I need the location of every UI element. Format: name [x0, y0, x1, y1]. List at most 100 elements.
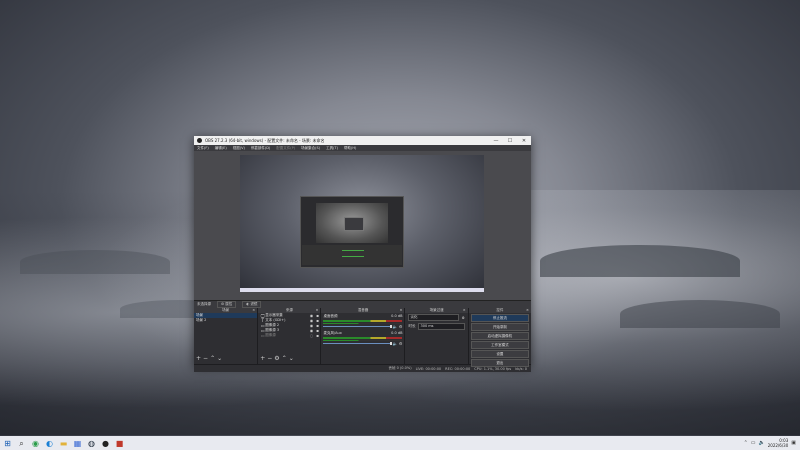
dock-close-icon[interactable]: × [316, 308, 319, 313]
remove-icon[interactable]: − [203, 355, 208, 362]
maximize-button[interactable]: ☐ [503, 138, 517, 144]
source-item[interactable]: ▭ 图像源 ◌ ▪ [258, 333, 320, 338]
store-icon[interactable]: ▦ [73, 439, 82, 448]
menu-edit[interactable]: 编辑(E) [215, 146, 227, 151]
menu-view[interactable]: 视图(V) [233, 146, 245, 151]
volume-meter [323, 320, 403, 322]
nested-meter [342, 250, 364, 251]
minimize-button[interactable]: — [489, 138, 503, 144]
filters-button[interactable]: ◐ 滤镜 [242, 301, 262, 308]
add-icon[interactable]: + [196, 355, 201, 362]
settings-button[interactable]: 设置 [470, 350, 529, 358]
move-down-icon[interactable]: ⌄ [217, 355, 222, 362]
add-icon[interactable]: + [260, 355, 265, 362]
scene-tools: + − ⌃ ⌄ [196, 355, 222, 362]
gear-icon[interactable]: ⚙ [274, 355, 279, 362]
channel-db: 0.0 dB [391, 331, 403, 335]
menu-profile[interactable]: 配置文件(P) [276, 146, 295, 151]
obs-window: OBS 27.2.3 (64-bit, windows) - 配置文件: 未命名… [194, 136, 531, 372]
preview-area [194, 151, 531, 300]
steam-icon[interactable]: ◍ [87, 439, 96, 448]
volume-meter [323, 337, 403, 339]
remove-icon[interactable]: − [267, 355, 272, 362]
channel-name: 桌面音频 [323, 314, 338, 318]
mountain [20, 250, 170, 274]
nested-meter [342, 256, 364, 257]
dock-close-icon[interactable]: × [400, 308, 403, 313]
move-down-icon[interactable]: ⌄ [289, 355, 294, 362]
duration-label: 时长 [408, 324, 416, 328]
system-tray: ⌃ ▭ 🔈 0:03 2022/6/30 ▣ [744, 436, 796, 450]
transitions-dock: 场景过渡 × 淡化 ⚙ 时长 300 ms [405, 308, 469, 364]
nested-obs-window [300, 196, 404, 268]
dock-close-icon[interactable]: × [463, 308, 466, 313]
mixer-dock: 混音器 × 桌面音频 0.0 dB 🔈 ⚙ 麦克风/Aux 0.0 dB 🔈 ⚙ [321, 308, 406, 364]
preview-canvas[interactable] [240, 155, 484, 292]
obs-logo-icon [197, 138, 202, 143]
chrome-icon[interactable]: ◉ [31, 439, 40, 448]
taskbar-apps: ⊞ ⌕ ◉ ◐ ▬ ▦ ◍ ● ■ [0, 439, 124, 448]
source-tools: + − ⚙ ⌃ ⌄ [260, 355, 294, 362]
notification-icon[interactable]: ▣ [791, 440, 796, 446]
menu-file[interactable]: 文件(F) [197, 146, 209, 151]
dock-close-icon[interactable]: × [526, 308, 529, 313]
mountain [620, 300, 780, 328]
properties-button[interactable]: ⚙ 属性 [217, 301, 237, 308]
clock-date: 2022/6/30 [767, 443, 789, 448]
menu-help[interactable]: 帮助(H) [344, 146, 356, 151]
mixer-channel: 桌面音频 0.0 dB 🔈 ⚙ [323, 314, 403, 329]
obs-icon[interactable]: ● [101, 439, 110, 448]
nested-docks [302, 245, 402, 265]
app-icon[interactable]: ■ [115, 439, 124, 448]
slider-knob[interactable] [389, 342, 392, 345]
mixer-channel: 麦克风/Aux 0.0 dB 🔈 ⚙ [323, 331, 403, 346]
clock[interactable]: 0:03 2022/6/30 [768, 438, 789, 448]
dock-close-icon[interactable]: × [252, 308, 255, 313]
gear-icon[interactable]: ⚙ [399, 324, 403, 329]
window-title: OBS 27.2.3 (64-bit, windows) - 配置文件: 未命名… [205, 137, 325, 143]
source-toolbar: 未选择源 ⚙ 属性 ◐ 滤镜 [194, 300, 531, 308]
move-up-icon[interactable]: ⌃ [210, 355, 215, 362]
edge-icon[interactable]: ◐ [45, 439, 54, 448]
mountain [540, 245, 740, 277]
gear-icon[interactable]: ⚙ [462, 316, 465, 320]
gear-icon[interactable]: ⚙ [399, 341, 403, 346]
preview-taskbar [240, 288, 484, 292]
menu-scene-collection[interactable]: 场景集合(S) [301, 146, 320, 151]
mixer-dock-title: 混音器 × [321, 308, 405, 313]
start-recording-button[interactable]: 开始录制 [470, 323, 529, 331]
duration-input[interactable]: 300 ms [418, 323, 465, 330]
move-up-icon[interactable]: ⌃ [282, 355, 287, 362]
volume-slider[interactable] [323, 326, 390, 327]
windows-icon[interactable]: ⊞ [3, 439, 12, 448]
volume-meter [323, 323, 403, 324]
search-icon[interactable]: ⌕ [17, 439, 26, 448]
chevron-up-icon[interactable]: ⌃ [744, 440, 748, 446]
scene-item[interactable]: 场景 2 [194, 318, 257, 323]
taskbar: ⊞ ⌕ ◉ ◐ ▬ ▦ ◍ ● ■ ⌃ ▭ 🔈 0:03 2022/6/30 ▣ [0, 436, 800, 450]
exit-button[interactable]: 退出 [470, 359, 529, 367]
menu-docks[interactable]: 停靠部件(D) [251, 146, 270, 151]
nested-obs-window-2 [344, 217, 364, 231]
volume-meter [323, 340, 403, 341]
stop-streaming-button[interactable]: 停止推流 [470, 314, 529, 322]
bitrate: kb/s: 0 [515, 366, 527, 371]
network-icon[interactable]: ▭ [751, 440, 756, 446]
studio-mode-button[interactable]: 工作室模式 [470, 341, 529, 349]
sources-dock: 来源 × 🖵 显示器采集 ◉ ▪ T 文本 (GDI+) ◉ ▪ ▭ 图像源 2 ◉ ▪ ▭ 图像源 … [258, 308, 322, 364]
speaker-icon[interactable]: 🔈 [393, 324, 398, 329]
volume-icon[interactable]: 🔈 [759, 440, 765, 446]
close-button[interactable]: ✕ [517, 138, 531, 144]
lock-icon[interactable]: ▪ [314, 333, 320, 338]
title-bar[interactable]: OBS 27.2.3 (64-bit, windows) - 配置文件: 未命名… [194, 136, 531, 145]
controls-dock-title: 控件 × [468, 308, 531, 313]
channel-name: 麦克风/Aux [323, 331, 342, 335]
transition-select[interactable]: 淡化 [408, 314, 459, 321]
slider-knob[interactable] [389, 325, 392, 328]
start-virtual-camera-button[interactable]: 启动虚拟摄像机 [470, 332, 529, 340]
no-source-label: 未选择源 [197, 302, 211, 306]
volume-slider[interactable] [323, 343, 390, 344]
folder-icon[interactable]: ▬ [59, 439, 68, 448]
menu-tools[interactable]: 工具(T) [326, 146, 338, 151]
speaker-icon[interactable]: 🔈 [393, 341, 398, 346]
